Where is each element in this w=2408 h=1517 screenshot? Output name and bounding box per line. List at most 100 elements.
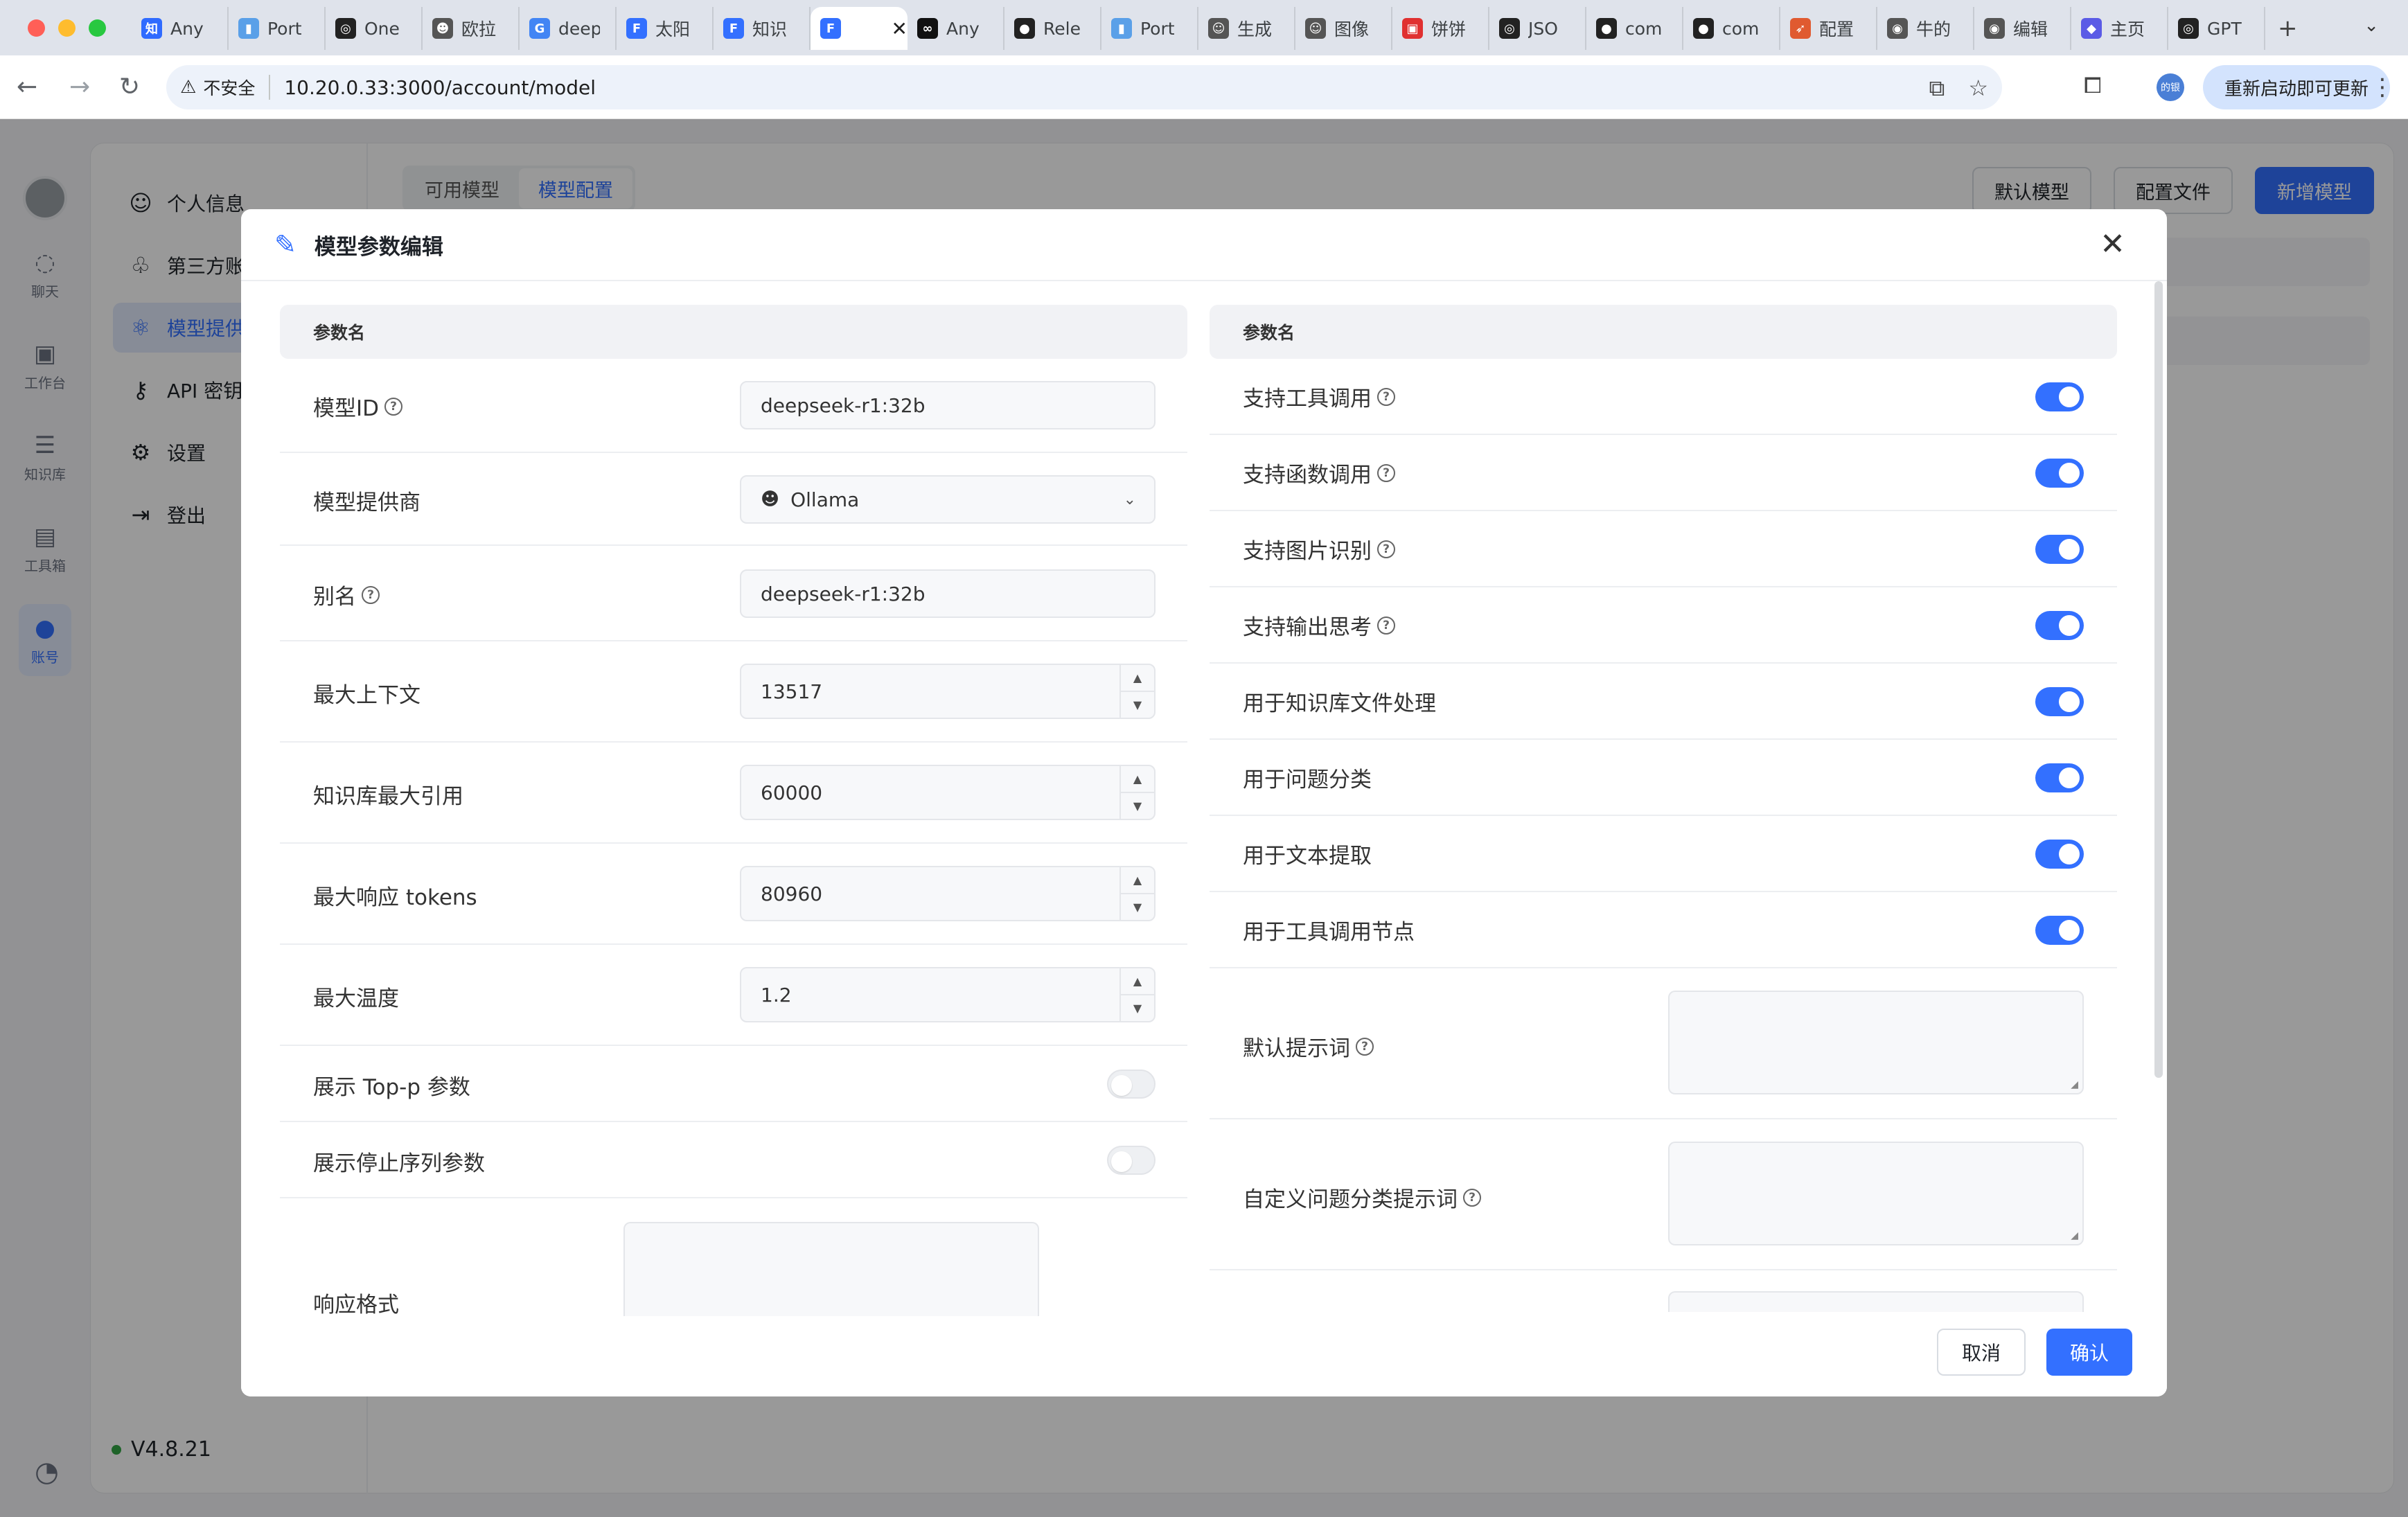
help-icon[interactable]: ?: [1463, 1188, 1481, 1207]
feature-toggle[interactable]: [2035, 840, 2084, 869]
browser-tab[interactable]: ▮ Port: [229, 7, 326, 50]
modal-scrollbar[interactable]: [2154, 281, 2163, 1078]
forward-button[interactable]: →: [69, 73, 90, 101]
browser-menu-icon[interactable]: ⋮: [2371, 73, 2394, 101]
switch-label: 用于问题分类: [1243, 762, 1372, 793]
feature-toggle[interactable]: [2035, 535, 2084, 564]
kb-max-quote-input[interactable]: 60000 ▲ ▼: [740, 765, 1156, 820]
max-context-input[interactable]: 13517 ▲ ▼: [740, 664, 1156, 719]
window-zoom-button[interactable]: [89, 19, 106, 37]
browser-tab[interactable]: ◎ One: [326, 7, 423, 50]
browser-tab[interactable]: ● com: [1683, 7, 1780, 50]
browser-tab[interactable]: F ✕: [811, 7, 908, 50]
decrement-icon[interactable]: ▼: [1121, 995, 1154, 1021]
tab-title: Rele: [1043, 18, 1081, 39]
show-top-p-toggle[interactable]: [1107, 1070, 1156, 1099]
decrement-icon[interactable]: ▼: [1121, 894, 1154, 920]
max-response-tokens-input[interactable]: 80960 ▲ ▼: [740, 866, 1156, 921]
max-response-tokens-stepper[interactable]: ▲ ▼: [1119, 867, 1154, 920]
resize-grip-icon[interactable]: ◢: [2071, 1230, 2078, 1241]
omnibox[interactable]: ⚠ 不安全 10.20.0.33:3000/account/model ⧉ ☆: [166, 65, 2002, 109]
custom-classify-prompt-textarea[interactable]: ◢: [1668, 1142, 2084, 1245]
toggle-knob: [2059, 691, 2080, 712]
increment-icon[interactable]: ▲: [1121, 867, 1154, 894]
feature-toggle[interactable]: [2035, 687, 2084, 716]
tab-title: 牛的: [1916, 19, 1951, 39]
browser-tab[interactable]: ➶ 配置: [1780, 7, 1877, 50]
help-icon[interactable]: ?: [362, 585, 380, 604]
feature-toggle[interactable]: [2035, 382, 2084, 411]
param-row-kb-max-quote: 知识库最大引用 60000 ▲ ▼: [280, 743, 1187, 844]
browser-tab[interactable]: ∞ Any: [908, 7, 1004, 50]
reload-button[interactable]: ↻: [119, 73, 140, 101]
browser-tab[interactable]: ☺ 图像: [1295, 7, 1392, 50]
window-close-button[interactable]: [28, 19, 45, 37]
help-icon[interactable]: ?: [384, 397, 403, 416]
extra-textarea[interactable]: [1668, 1291, 2084, 1312]
profile-avatar[interactable]: 的银: [2157, 73, 2184, 101]
modal-footer: 取消 确认: [1936, 1329, 2132, 1376]
browser-tab[interactable]: ◎ GPT: [2168, 7, 2265, 50]
model-id-input[interactable]: deepseek-r1:32b: [740, 381, 1156, 429]
browser-tab[interactable]: F 知识: [714, 7, 811, 50]
response-format-textarea[interactable]: [623, 1222, 1039, 1316]
browser-tab[interactable]: 知 Any: [132, 7, 229, 50]
url-text[interactable]: 10.20.0.33:3000/account/model: [284, 76, 596, 99]
provider-select[interactable]: ☻ Ollama ⌄: [740, 475, 1156, 524]
help-icon[interactable]: ?: [1377, 616, 1395, 635]
modal-close-icon[interactable]: ✕: [2100, 227, 2125, 262]
browser-tab[interactable]: ◎ JSO: [1489, 7, 1586, 50]
decrement-icon[interactable]: ▼: [1121, 692, 1154, 718]
show-top-p-label: 展示 Top-p 参数: [313, 1070, 470, 1101]
tab-favicon-icon: ◎: [1499, 18, 1520, 39]
browser-tab[interactable]: ● com: [1586, 7, 1683, 50]
browser-tab[interactable]: ● Rele: [1004, 7, 1101, 50]
tab-close-icon[interactable]: ✕: [892, 17, 908, 40]
increment-icon[interactable]: ▲: [1121, 968, 1154, 995]
switch-row: 支持输出思考?: [1210, 587, 2117, 664]
feature-toggle[interactable]: [2035, 459, 2084, 488]
relaunch-update-button[interactable]: 重新启动即可更新: [2203, 65, 2390, 109]
insecure-label[interactable]: 不安全: [203, 75, 271, 100]
help-icon[interactable]: ?: [1356, 1037, 1374, 1056]
feature-toggle[interactable]: [2035, 763, 2084, 792]
browser-tab[interactable]: ▮ Port: [1101, 7, 1198, 50]
feature-toggle[interactable]: [2035, 611, 2084, 640]
help-icon[interactable]: ?: [1377, 540, 1395, 558]
bookmark-star-icon[interactable]: ☆: [1968, 75, 1988, 102]
increment-icon[interactable]: ▲: [1121, 766, 1154, 793]
tab-search-icon[interactable]: ⌄: [2364, 15, 2379, 36]
alias-input[interactable]: deepseek-r1:32b: [740, 569, 1156, 618]
browser-tab[interactable]: ☺ 生成: [1198, 7, 1295, 50]
tab-favicon-icon: ●: [1014, 18, 1035, 39]
browser-tab[interactable]: ▣ 饼饼: [1392, 7, 1489, 50]
back-button[interactable]: ←: [17, 73, 37, 101]
browser-tab[interactable]: ◉ 牛的: [1877, 7, 1974, 50]
switch-row: 用于工具调用节点: [1210, 892, 2117, 968]
browser-tab[interactable]: ◆ 主页: [2071, 7, 2168, 50]
help-icon[interactable]: ?: [1377, 463, 1395, 482]
max-temperature-stepper[interactable]: ▲ ▼: [1119, 968, 1154, 1021]
new-tab-button[interactable]: +: [2278, 7, 2298, 53]
increment-icon[interactable]: ▲: [1121, 665, 1154, 692]
max-temperature-input[interactable]: 1.2 ▲ ▼: [740, 967, 1156, 1022]
browser-tab[interactable]: ◉ 编辑: [1974, 7, 2071, 50]
max-context-stepper[interactable]: ▲ ▼: [1119, 665, 1154, 718]
switch-label-text: 用于问题分类: [1243, 768, 1372, 792]
confirm-button[interactable]: 确认: [2046, 1329, 2132, 1376]
resize-grip-icon[interactable]: ◢: [2071, 1079, 2078, 1090]
help-icon[interactable]: ?: [1377, 387, 1395, 406]
browser-tab[interactable]: Gdeep: [520, 7, 617, 50]
kb-max-quote-stepper[interactable]: ▲ ▼: [1119, 766, 1154, 819]
feature-toggle[interactable]: [2035, 916, 2084, 945]
browser-tab[interactable]: ☻ 欧拉: [423, 7, 520, 50]
browser-tab[interactable]: F 太阳: [617, 7, 714, 50]
cancel-button[interactable]: 取消: [1936, 1329, 2026, 1376]
default-prompt-textarea[interactable]: ◢: [1668, 991, 2084, 1094]
decrement-icon[interactable]: ▼: [1121, 793, 1154, 819]
window-minimize-button[interactable]: [58, 19, 76, 37]
extensions-icon[interactable]: ⧠: [2084, 72, 2102, 99]
toggle-knob: [2059, 539, 2080, 560]
show-stop-seq-toggle[interactable]: [1107, 1146, 1156, 1175]
translate-icon[interactable]: ⧉: [1929, 75, 1945, 102]
